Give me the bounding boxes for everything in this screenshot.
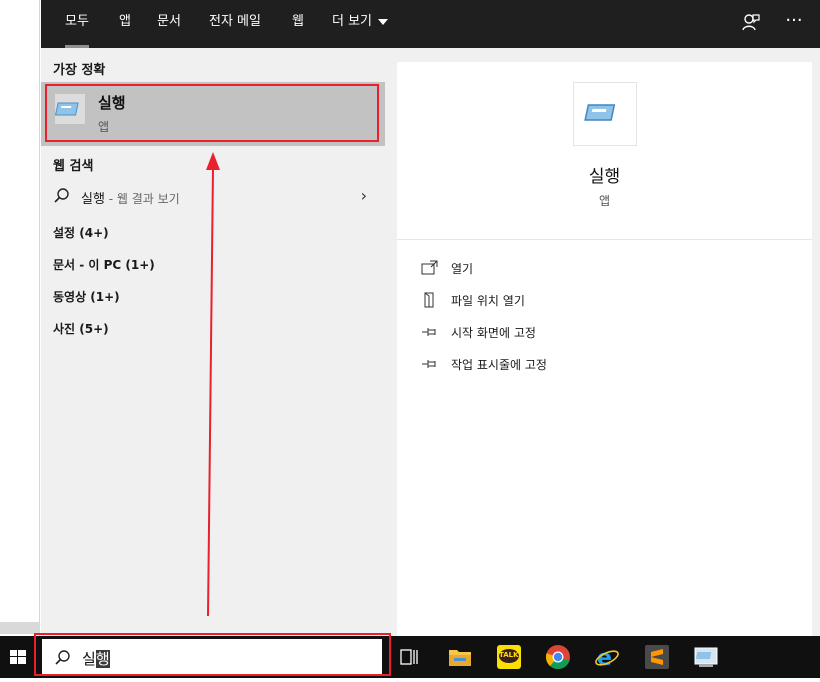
web-search-hint: - 웹 결과 보기 [104, 192, 180, 206]
preview-title: 실행 [588, 167, 621, 187]
highlight-box-search [34, 633, 391, 676]
tab-documents[interactable]: 문서 [157, 0, 181, 48]
open-icon [421, 260, 438, 275]
preview-pane: 실행 앱 열기 파일 위치 열기 시작 화면에 고정 작업 표시줄에 고정 [397, 62, 812, 636]
pin-icon [422, 328, 436, 336]
run-app-large-icon [573, 82, 637, 146]
more-options-icon[interactable]: ··· [783, 12, 805, 34]
web-search-item[interactable]: 실행 - 웹 결과 보기 › [41, 180, 385, 212]
search-icon [54, 188, 69, 203]
tab-apps[interactable]: 앱 [119, 0, 131, 48]
tab-documents-label: 문서 [157, 14, 181, 29]
action-pin-to-start-label: 시작 화면에 고정 [451, 326, 536, 340]
action-pin-to-taskbar-label: 작업 표시줄에 고정 [451, 358, 547, 372]
chevron-down-icon [378, 18, 389, 25]
tab-email-label: 전자 메일 [209, 14, 261, 29]
category-documents[interactable]: 문서 - 이 PC (1+) [53, 256, 155, 273]
results-list: 가장 정확 실행 앱 웹 검색 실행 - 웹 결과 보기 › 설정 (4+) 문… [41, 48, 385, 636]
web-search-header: 웹 검색 [53, 159, 94, 174]
web-search-query: 실행 [81, 192, 105, 207]
preview-subtitle: 앱 [598, 194, 611, 208]
chevron-right-icon: › [360, 186, 367, 205]
action-open[interactable]: 열기 [421, 258, 621, 280]
action-pin-to-taskbar[interactable]: 작업 표시줄에 고정 [421, 354, 621, 376]
tab-web[interactable]: 웹 [292, 0, 304, 48]
windows-logo-icon [10, 650, 26, 664]
category-videos[interactable]: 동영상 (1+) [53, 288, 120, 305]
tab-all-label: 모두 [65, 14, 89, 29]
action-open-file-location-label: 파일 위치 열기 [451, 294, 525, 308]
feedback-icon[interactable] [739, 12, 761, 34]
action-open-file-location[interactable]: 파일 위치 열기 [421, 290, 621, 312]
tab-web-label: 웹 [292, 14, 304, 29]
preview-divider [397, 239, 812, 240]
start-button[interactable] [0, 636, 36, 678]
tab-more-label: 더 보기 [332, 14, 373, 29]
search-panel: 모두 앱 문서 전자 메일 웹 더 보기 ··· 가장 정확 실행 앱 웹 검색… [41, 0, 820, 636]
chrome-icon[interactable] [545, 644, 571, 670]
file-explorer-icon[interactable] [447, 644, 473, 670]
sublime-text-icon[interactable] [644, 644, 670, 670]
best-match-header: 가장 정확 [53, 63, 106, 78]
task-view-icon[interactable] [396, 644, 422, 670]
category-settings[interactable]: 설정 (4+) [53, 224, 109, 241]
tab-all[interactable]: 모두 [65, 0, 89, 48]
highlight-box-best-match [45, 84, 379, 142]
category-photos[interactable]: 사진 (5+) [53, 320, 109, 337]
tab-apps-label: 앱 [119, 14, 131, 29]
tab-more[interactable]: 더 보기 [332, 0, 389, 48]
run-app-taskbar-icon[interactable] [693, 644, 719, 670]
tab-email[interactable]: 전자 메일 [209, 0, 261, 48]
action-open-label: 열기 [451, 262, 474, 276]
pin-icon [422, 360, 436, 368]
action-pin-to-start[interactable]: 시작 화면에 고정 [421, 322, 621, 344]
desktop-left-strip [0, 0, 40, 636]
kakaotalk-icon[interactable]: TALK [496, 644, 522, 670]
kakaotalk-label: TALK [499, 651, 519, 659]
search-tabs-bar: 모두 앱 문서 전자 메일 웹 더 보기 ··· [41, 0, 820, 48]
file-location-icon [424, 292, 434, 308]
internet-explorer-icon[interactable]: e [594, 644, 620, 671]
